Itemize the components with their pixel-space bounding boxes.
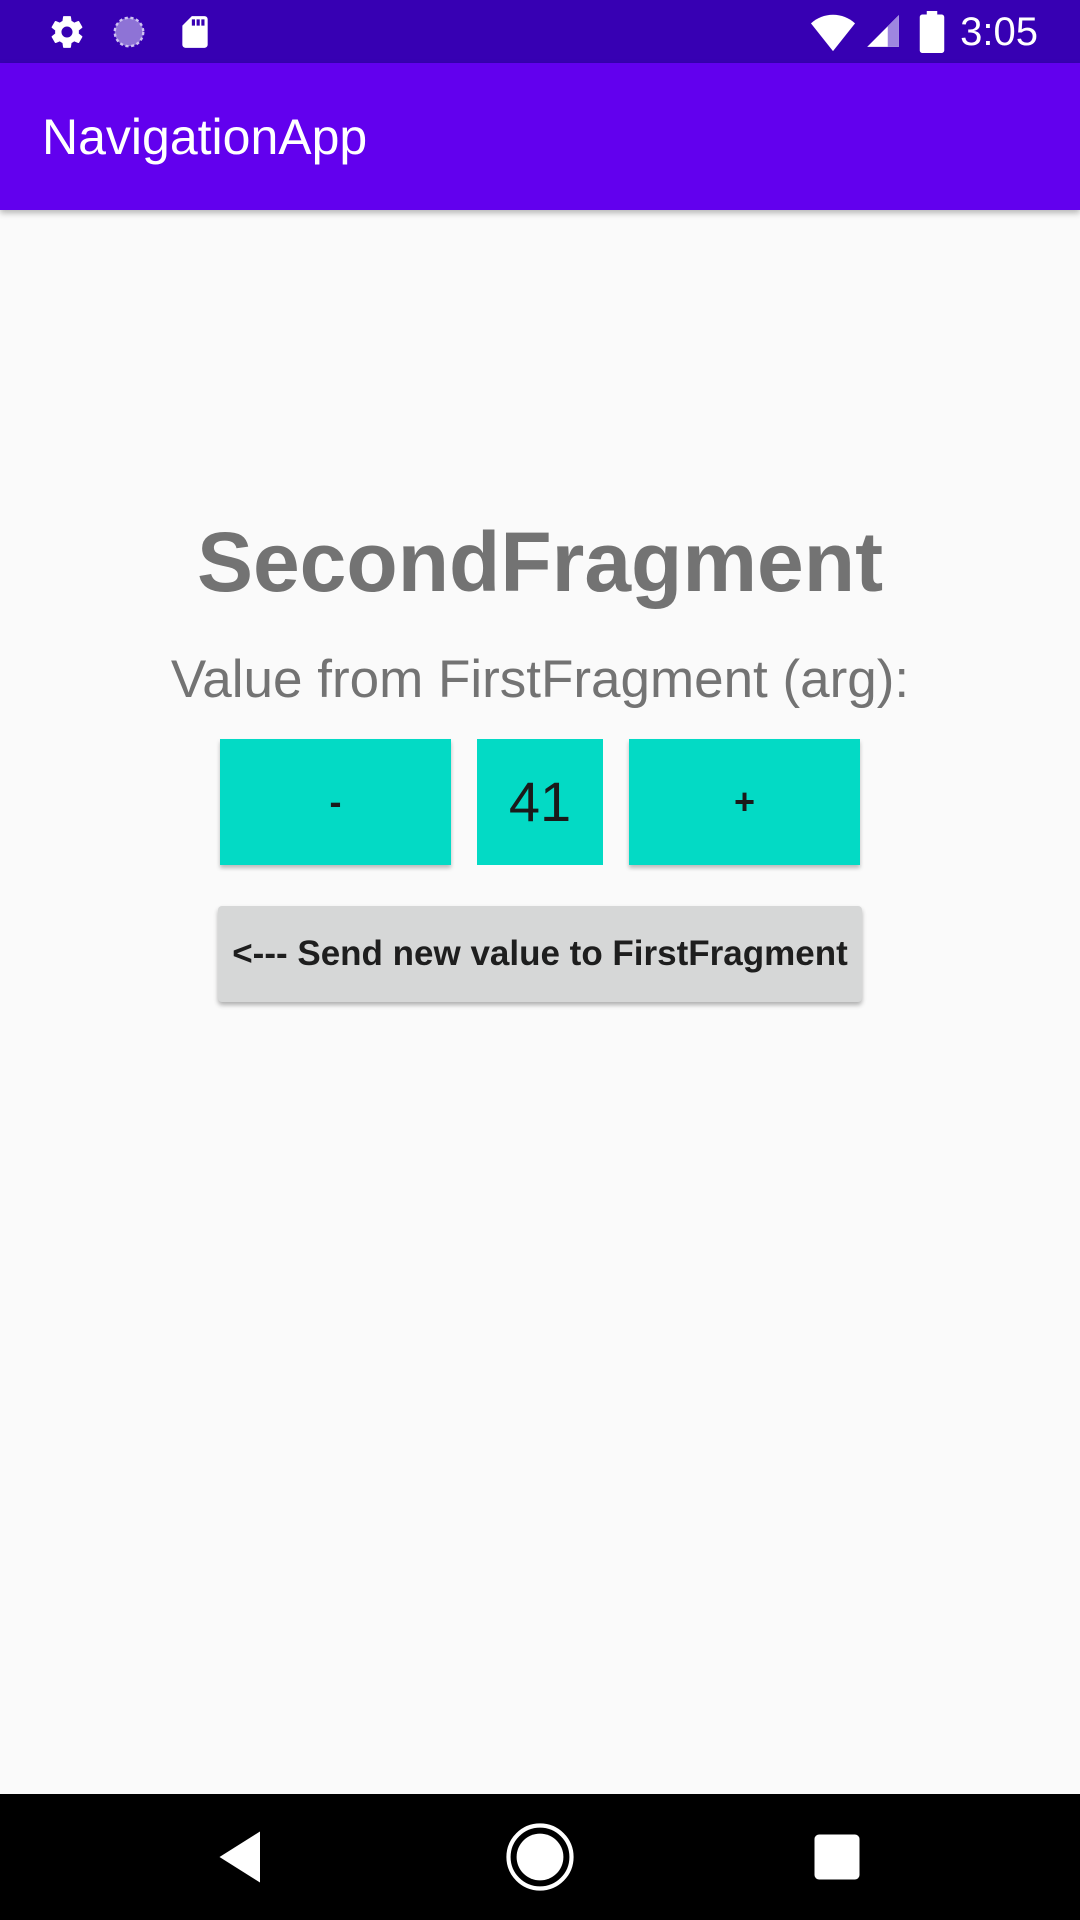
fragment-title: SecondFragment [196, 515, 884, 609]
home-icon[interactable] [504, 1821, 576, 1893]
recents-icon[interactable] [801, 1821, 873, 1893]
value-label: Value from FirstFragment (arg): [170, 650, 910, 709]
settings-icon [51, 16, 83, 48]
app-bar: NavigationApp [0, 63, 1080, 210]
cellular-signal-icon [867, 15, 899, 47]
value-display: 41 [477, 739, 603, 865]
system-nav-bar [0, 1794, 1080, 1920]
wifi-icon [810, 14, 856, 52]
increment-button[interactable]: + [629, 739, 860, 865]
app-title: NavigationApp [42, 109, 368, 165]
status-bar: 3:05 [0, 0, 1080, 63]
decrement-button[interactable]: - [220, 739, 451, 865]
sync-progress-icon [113, 16, 145, 48]
status-time: 3:05 [960, 10, 1038, 54]
back-icon[interactable] [206, 1821, 278, 1893]
send-to-first-fragment-button[interactable]: <--- Send new value to FirstFragment [218, 906, 862, 1002]
battery-icon [919, 11, 945, 53]
sd-card-icon [182, 16, 208, 48]
